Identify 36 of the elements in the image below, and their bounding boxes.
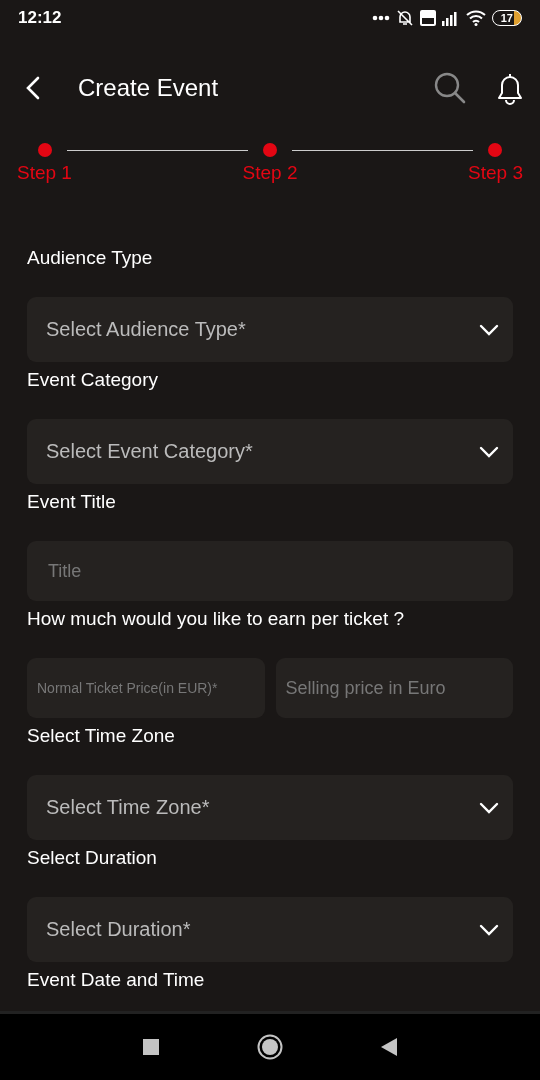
title-input[interactable]: Title [27,541,513,601]
dropdown-field[interactable]: Select Audience Type* [27,297,513,362]
wifi-icon [465,10,486,26]
step-label: Step 3 [468,162,523,184]
field-label: Event Title [27,490,116,514]
field-label: Event Category [27,368,158,392]
chevron-down-icon [479,923,499,936]
muted-bell-icon [395,9,414,27]
dropdown-field[interactable]: Select Time Zone* [27,775,513,840]
field-label: Select Duration [27,846,157,870]
page-title: Create Event [78,74,220,102]
step-dot [263,143,277,157]
network-badge-icon [419,10,436,26]
field-label: Event Date and Time [27,968,205,992]
step-label: Step 2 [242,162,298,184]
price-input[interactable]: Selling price in Euro [275,658,513,718]
back-button[interactable] [26,76,40,100]
back-triangle-icon[interactable] [381,1038,397,1056]
dropdown-field[interactable]: Select Duration* [27,897,513,962]
step-dot [38,143,52,157]
step-dot [488,143,502,157]
signal-icon [441,10,460,26]
search-icon[interactable] [434,72,466,104]
chevron-down-icon [479,801,499,814]
status-time: 12:12 [18,8,62,28]
field-label: Audience Type [27,246,153,270]
battery-indicator: 17 [491,10,522,26]
step-label: Step 1 [17,162,72,184]
home-icon[interactable] [257,1034,283,1060]
dropdown-field[interactable]: Select Event Category* [27,419,513,484]
chevron-down-icon [479,323,499,336]
field-label: How much would you like to earn per ticket ? [27,607,404,631]
price-input[interactable]: Normal Ticket Price(in EUR)* [27,658,265,718]
chevron-down-icon [479,445,499,458]
field-label: Select Time Zone [27,724,175,748]
more-dots-icon [371,15,390,21]
